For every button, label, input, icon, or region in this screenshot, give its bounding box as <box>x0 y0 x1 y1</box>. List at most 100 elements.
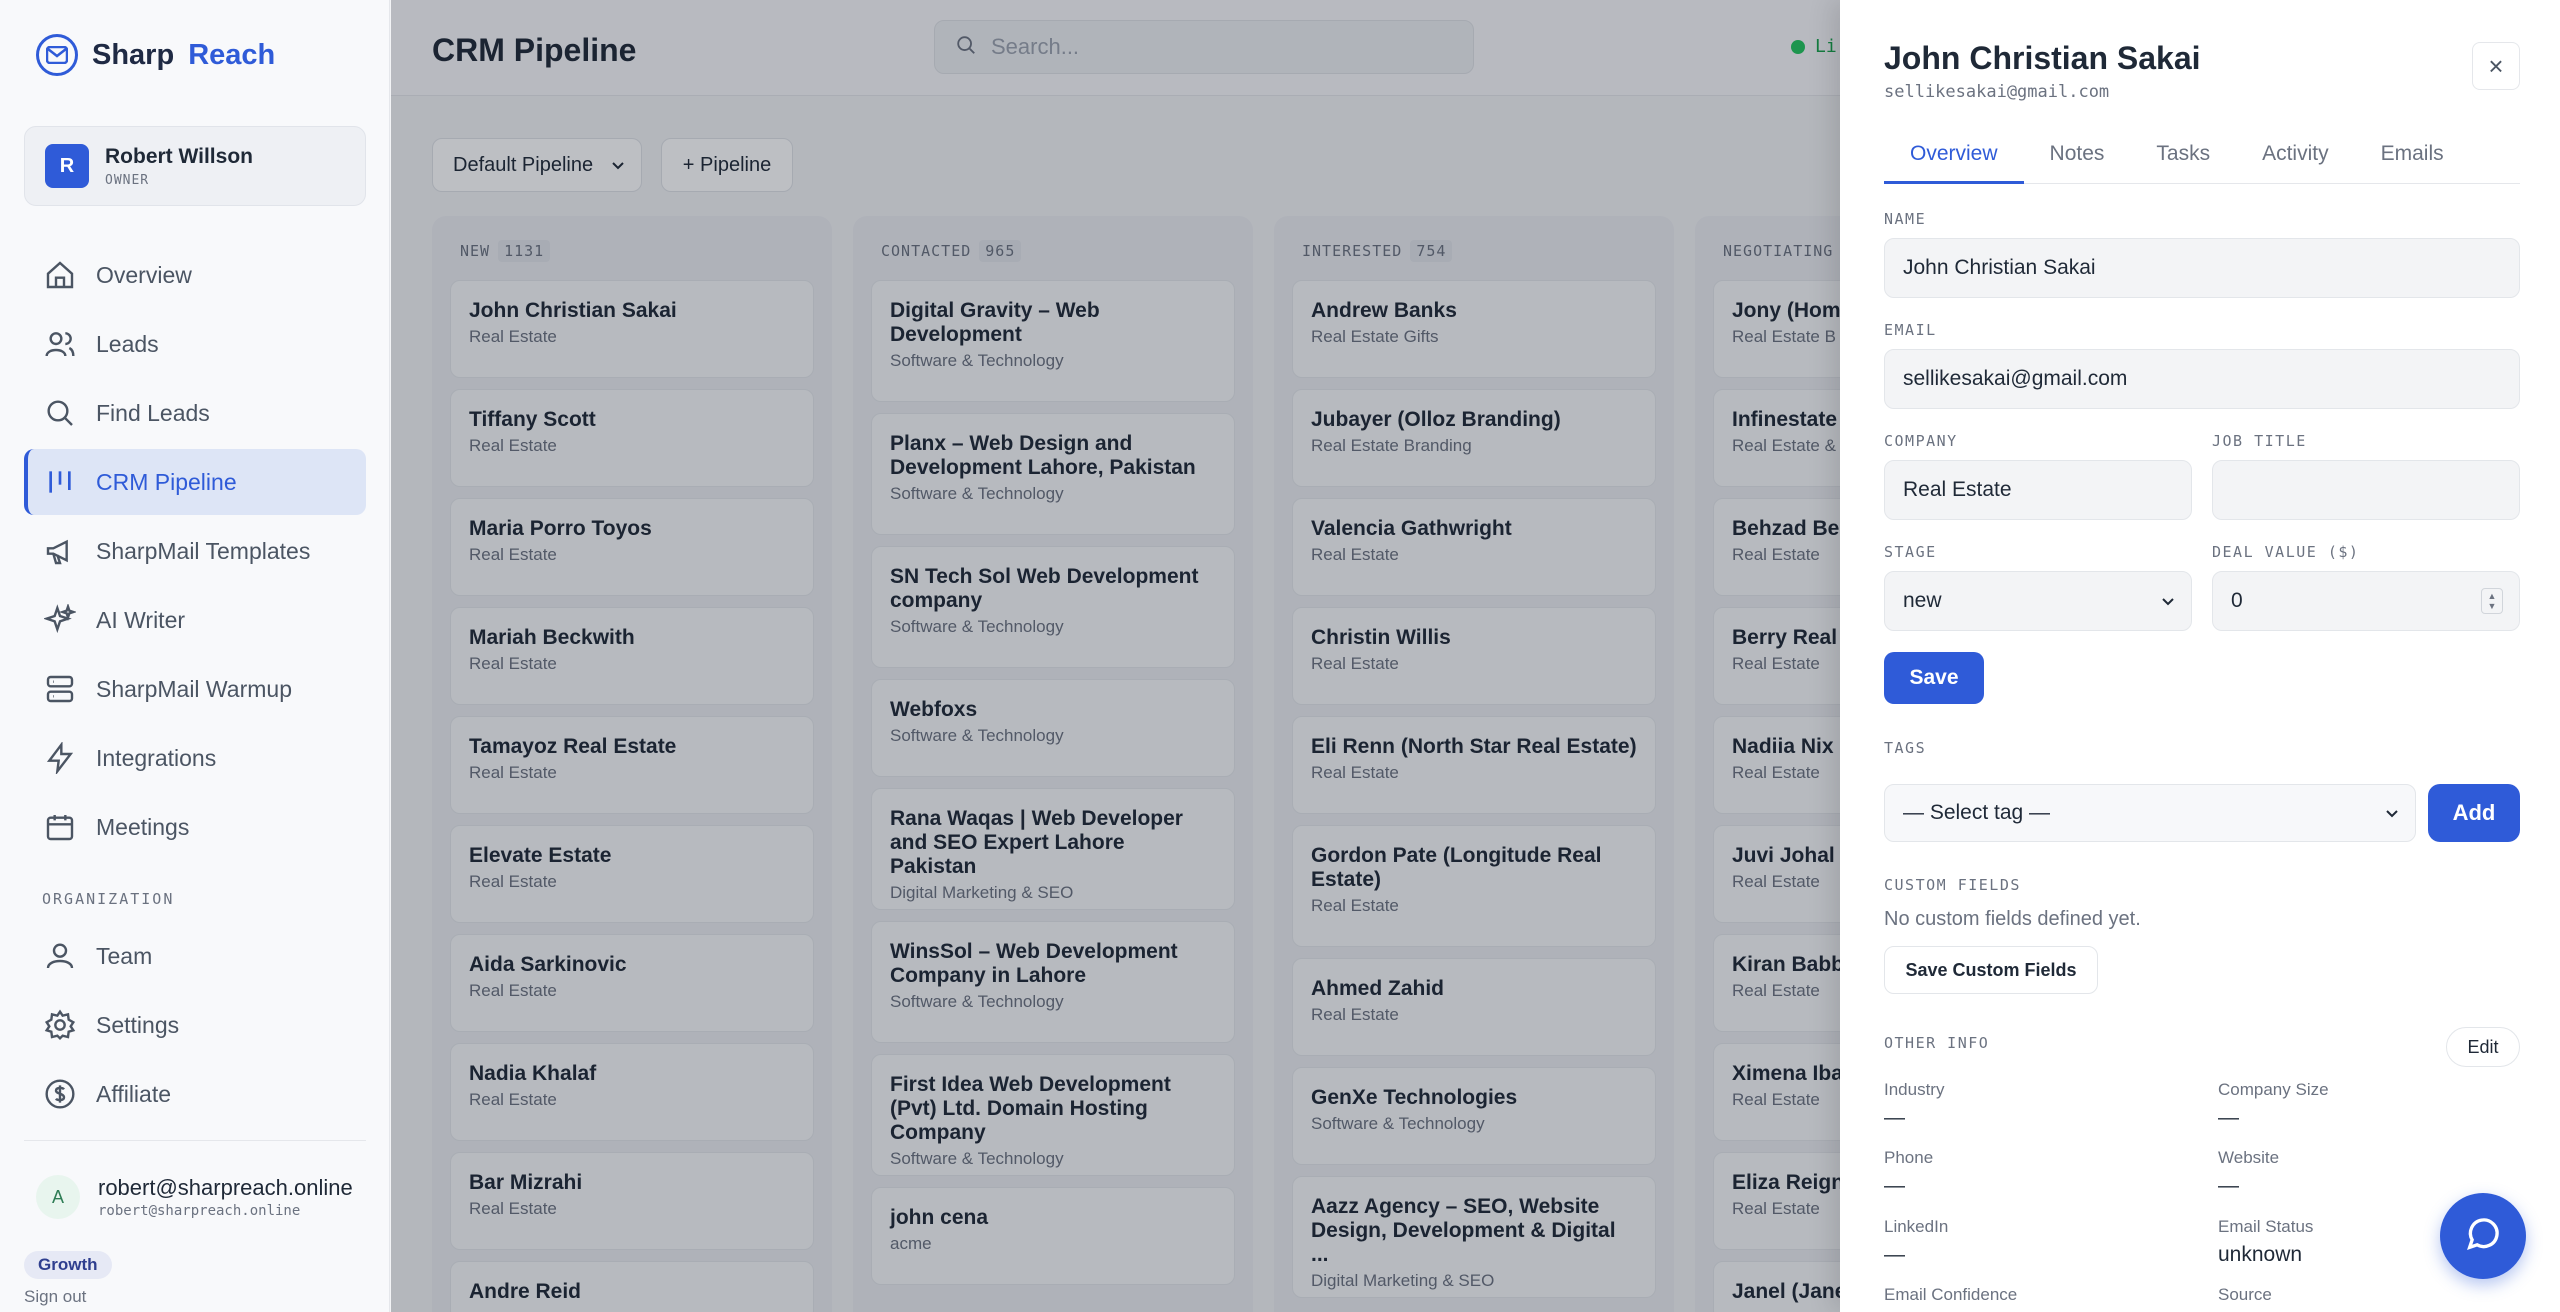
avatar: A <box>36 1175 80 1219</box>
linkedin-key: LinkedIn <box>1884 1217 1949 1236</box>
job-title-field[interactable] <box>2212 460 2520 520</box>
sidebar-item-label: Settings <box>96 1011 180 1038</box>
lead-detail-drawer: John Christian Sakai sellikesakai@gmail.… <box>1840 0 2560 1312</box>
sidebar-item-affiliate[interactable]: Affiliate <box>24 1061 366 1127</box>
stage-label: STAGE <box>1884 543 1937 561</box>
sidebar-item-label: Meetings <box>96 813 190 840</box>
signout-link[interactable]: Sign out <box>24 1287 86 1307</box>
sidebar-item-label: SharpMail Templates <box>96 537 311 564</box>
account-card[interactable]: A robert@sharpreach.online robert@sharpr… <box>36 1175 353 1219</box>
chevron-down-icon <box>2385 801 2399 825</box>
tag-select-value: — Select tag — <box>1903 801 2051 824</box>
sidebar-item-overview[interactable]: Overview <box>24 242 366 308</box>
sidebar-item-crm-pipeline[interactable]: CRM Pipeline <box>24 449 366 515</box>
user-card[interactable]: R Robert Willson OWNER <box>24 126 366 206</box>
brand-accent: Reach <box>188 38 276 71</box>
email-field[interactable]: sellikesakai@gmail.com <box>1884 349 2520 409</box>
sidebar-item-find-leads[interactable]: Find Leads <box>24 380 366 446</box>
sidebar-item-settings[interactable]: Settings <box>24 992 366 1058</box>
gear-icon <box>42 1007 78 1043</box>
company-label: COMPANY <box>1884 432 1958 450</box>
org-nav: Team Settings Affiliate <box>24 923 366 1130</box>
server-icon <box>42 671 78 707</box>
nav-section-organization: ORGANIZATION <box>42 890 175 908</box>
tab-activity[interactable]: Activity <box>2236 138 2355 184</box>
account-email-mono: robert@sharpreach.online <box>98 1203 301 1219</box>
sidebar-item-sharpmail-warmup[interactable]: SharpMail Warmup <box>24 656 366 722</box>
avatar: R <box>45 144 89 188</box>
sidebar-item-label: Leads <box>96 330 159 357</box>
logo-icon <box>36 34 78 76</box>
tab-emails[interactable]: Emails <box>2355 138 2470 184</box>
save-button[interactable]: Save <box>1884 652 1984 704</box>
brand-name: Sharp <box>92 38 175 71</box>
job-title-label: JOB TITLE <box>2212 432 2307 450</box>
deal-value: 0 <box>2231 589 2243 612</box>
tab-overview[interactable]: Overview <box>1884 138 2024 184</box>
name-field[interactable]: John Christian Sakai <box>1884 238 2520 298</box>
sidebar-item-label: CRM Pipeline <box>96 468 237 495</box>
industry-key: Industry <box>1884 1080 1945 1099</box>
add-tag-button[interactable]: Add <box>2428 784 2520 842</box>
sidebar-item-team[interactable]: Team <box>24 923 366 989</box>
phone-value: — <box>1884 1174 1905 1197</box>
industry-value: — <box>1884 1106 1905 1129</box>
custom-fields-label: CUSTOM FIELDS <box>1884 876 2021 894</box>
name-label: NAME <box>1884 210 1927 228</box>
tag-select[interactable]: — Select tag — <box>1884 784 2416 842</box>
sidebar-item-leads[interactable]: Leads <box>24 311 366 377</box>
other-info-label: OTHER INFO <box>1884 1034 1990 1052</box>
email-status-value: unknown <box>2218 1243 2303 1266</box>
chat-button[interactable] <box>2440 1193 2526 1279</box>
brand[interactable]: Sharp Reach <box>36 34 275 76</box>
pipeline-icon <box>42 464 78 500</box>
tags-label: TAGS <box>1884 739 1927 757</box>
tab-notes[interactable]: Notes <box>2024 138 2131 184</box>
edit-button[interactable]: Edit <box>2446 1027 2520 1067</box>
email-status-key: Email Status <box>2218 1217 2314 1236</box>
sidebar-item-label: Team <box>96 942 153 969</box>
search-icon <box>42 395 78 431</box>
chevron-down-icon <box>2161 589 2175 613</box>
sidebar-item-label: Find Leads <box>96 399 210 426</box>
drawer-tabs: Overview Notes Tasks Activity Emails <box>1884 138 2520 184</box>
sidebar-item-label: Overview <box>96 261 192 288</box>
divider <box>24 1140 366 1141</box>
main-nav: Overview Leads Find Leads CRM Pipeline S… <box>24 242 366 863</box>
dollar-icon <box>42 1076 78 1112</box>
home-icon <box>42 257 78 293</box>
email-confidence-key: Email Confidence <box>1884 1285 2018 1304</box>
user-role: OWNER <box>105 172 150 188</box>
megaphone-icon <box>42 533 78 569</box>
sidebar-item-meetings[interactable]: Meetings <box>24 794 366 860</box>
plan-badge: Growth <box>24 1251 112 1279</box>
user-icon <box>42 938 78 974</box>
deal-value-label: DEAL VALUE ($) <box>2212 543 2360 561</box>
lead-email: sellikesakai@gmail.com <box>1884 82 2110 102</box>
sidebar-item-label: Affiliate <box>96 1080 172 1107</box>
sidebar-item-label: AI Writer <box>96 606 186 633</box>
users-icon <box>42 326 78 362</box>
tab-tasks[interactable]: Tasks <box>2130 138 2236 184</box>
account-email: robert@sharpreach.online <box>98 1175 353 1200</box>
close-icon: × <box>2488 50 2504 81</box>
email-label: EMAIL <box>1884 321 1937 339</box>
sidebar-item-sharpmail-templates[interactable]: SharpMail Templates <box>24 518 366 584</box>
sidebar-item-label: Integrations <box>96 744 217 771</box>
close-button[interactable]: × <box>2472 42 2520 90</box>
phone-key: Phone <box>1884 1148 1934 1167</box>
stepper-icon[interactable]: ▲ ▼ <box>2481 588 2503 614</box>
website-key: Website <box>2218 1148 2280 1167</box>
calendar-icon <box>42 809 78 845</box>
company-field[interactable]: Real Estate <box>1884 460 2192 520</box>
stage-select[interactable]: new <box>1884 571 2192 631</box>
deal-value-field[interactable]: 0 ▲ ▼ <box>2212 571 2520 631</box>
sidebar: Sharp Reach R Robert Willson OWNER Overv… <box>0 0 390 1312</box>
source-key: Source <box>2218 1285 2272 1304</box>
save-custom-fields-button[interactable]: Save Custom Fields <box>1884 946 2098 994</box>
linkedin-value: — <box>1884 1243 1905 1266</box>
website-value: — <box>2218 1174 2239 1197</box>
user-name: Robert Willson <box>105 144 253 168</box>
sidebar-item-integrations[interactable]: Integrations <box>24 725 366 791</box>
sidebar-item-ai-writer[interactable]: AI Writer <box>24 587 366 653</box>
